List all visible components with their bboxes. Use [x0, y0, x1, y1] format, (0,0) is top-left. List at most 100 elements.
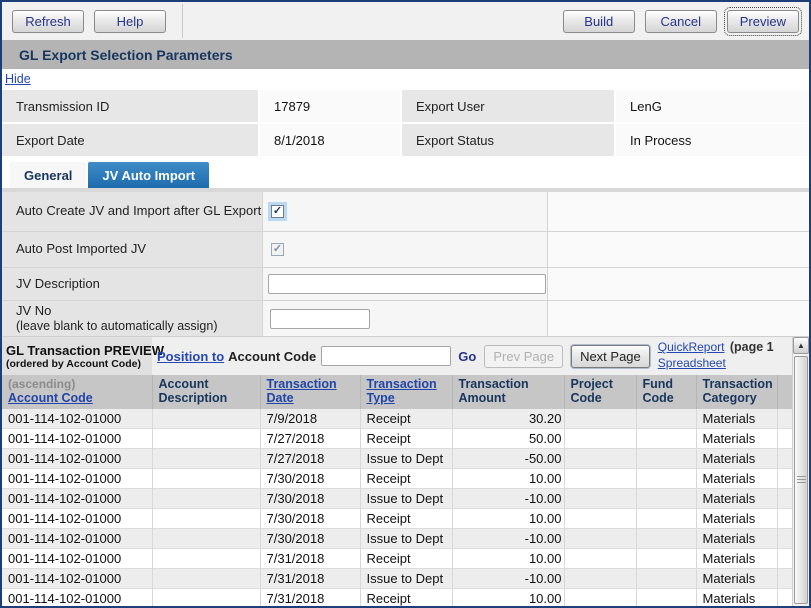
- sort-link-transaction-type[interactable]: Transaction Type: [367, 377, 437, 405]
- quickreport-link[interactable]: QuickReport: [658, 340, 726, 356]
- export-info-grid: Transmission ID 17879 Export User LenG E…: [2, 88, 809, 158]
- column-header-filler: [777, 375, 792, 409]
- jv-description-field: [262, 268, 547, 300]
- column-header-fund-code: Fund Code: [636, 375, 696, 409]
- preview-links: QuickReport Spreadsheet: [658, 340, 726, 371]
- spreadsheet-link[interactable]: Spreadsheet: [658, 356, 726, 372]
- cell-transaction-type: Issue to Dept: [360, 449, 452, 469]
- cell-project-code: [564, 489, 636, 509]
- prev-page-button[interactable]: Prev Page: [484, 345, 563, 368]
- hide-link[interactable]: Hide: [5, 72, 31, 86]
- preview-main: GL Transaction PREVIEW (ordered by Accou…: [2, 337, 792, 606]
- toolbar: Refresh Help Build Cancel Preview: [2, 2, 809, 40]
- position-to-field-label: Account Code: [228, 349, 316, 364]
- export-date-label: Export Date: [2, 124, 258, 156]
- scroll-up-arrow-icon[interactable]: ▲: [793, 337, 809, 354]
- jv-description-label: JV Description: [2, 268, 262, 300]
- cell-project-code: [564, 449, 636, 469]
- table-row: 001-114-102-010007/31/2018Issue to Dept-…: [2, 569, 792, 589]
- cell-account-code: 001-114-102-01000: [2, 449, 152, 469]
- build-button[interactable]: Build: [563, 10, 635, 33]
- export-status-value: In Process: [616, 124, 809, 156]
- position-to-input[interactable]: [321, 346, 451, 366]
- transmission-id-value: 17879: [260, 90, 400, 122]
- table-row: 001-114-102-010007/31/2018Receipt10.00Ma…: [2, 589, 792, 608]
- auto-create-extra: [547, 192, 809, 231]
- cell-account-description: [152, 529, 260, 549]
- cell-transaction-date: 7/31/2018: [260, 569, 360, 589]
- cell-account-description: [152, 489, 260, 509]
- preview-subtitle: (ordered by Account Code): [6, 358, 152, 370]
- toolbar-divider: [182, 4, 183, 38]
- cell-filler: [777, 569, 792, 589]
- column-header-project-code: Project Code: [564, 375, 636, 409]
- auto-create-label: Auto Create JV and Import after GL Expor…: [2, 192, 262, 231]
- cell-fund-code: [636, 469, 696, 489]
- cell-transaction-type: Receipt: [360, 429, 452, 449]
- tab-jv-auto-import[interactable]: JV Auto Import: [88, 162, 209, 188]
- cell-project-code: [564, 409, 636, 429]
- sort-link-account-code[interactable]: Account Code: [8, 391, 93, 405]
- page-title: GL Export Selection Parameters: [2, 40, 809, 69]
- cell-project-code: [564, 549, 636, 569]
- auto-create-checkbox[interactable]: ✓: [271, 205, 284, 218]
- cell-transaction-category: Materials: [696, 549, 777, 569]
- cell-fund-code: [636, 429, 696, 449]
- jv-no-input[interactable]: [270, 309, 370, 329]
- help-button[interactable]: Help: [94, 10, 166, 33]
- table-row: 001-114-102-010007/31/2018Receipt10.00Ma…: [2, 549, 792, 569]
- cell-account-description: [152, 549, 260, 569]
- next-page-button[interactable]: Next Page: [571, 345, 650, 368]
- cell-fund-code: [636, 549, 696, 569]
- cell-transaction-amount: 10.00: [452, 589, 564, 608]
- cell-account-description: [152, 449, 260, 469]
- gl-export-window: Refresh Help Build Cancel Preview GL Exp…: [0, 0, 811, 608]
- sort-link-transaction-date[interactable]: Transaction Date: [267, 377, 337, 405]
- checkbox-focus-halo: ✓: [268, 202, 287, 221]
- cell-transaction-date: 7/9/2018: [260, 409, 360, 429]
- cell-filler: [777, 509, 792, 529]
- cell-project-code: [564, 509, 636, 529]
- cell-filler: [777, 489, 792, 509]
- scrollbar-thumb[interactable]: [794, 356, 808, 604]
- cell-filler: [777, 469, 792, 489]
- refresh-button[interactable]: Refresh: [12, 10, 84, 33]
- go-button[interactable]: Go: [458, 349, 476, 364]
- preview-button[interactable]: Preview: [727, 10, 799, 33]
- hide-row: Hide: [2, 69, 809, 88]
- preview-header: GL Transaction PREVIEW (ordered by Accou…: [2, 337, 792, 375]
- preview-scrollbar[interactable]: ▲: [792, 337, 809, 606]
- cell-filler: [777, 449, 792, 469]
- position-to-link[interactable]: Position to: [157, 349, 224, 364]
- cell-transaction-type: Receipt: [360, 509, 452, 529]
- page-indicator: (page 1: [730, 337, 774, 354]
- table-row: 001-114-102-010007/27/2018Issue to Dept-…: [2, 449, 792, 469]
- cell-account-code: 001-114-102-01000: [2, 489, 152, 509]
- preview-title: GL Transaction PREVIEW: [6, 343, 152, 358]
- scrollbar-track[interactable]: [793, 354, 809, 606]
- cell-account-description: [152, 409, 260, 429]
- table-row: 001-114-102-010007/30/2018Issue to Dept-…: [2, 529, 792, 549]
- cell-transaction-type: Receipt: [360, 549, 452, 569]
- scrollbar-grip-icon: [797, 476, 806, 485]
- cell-transaction-date: 7/30/2018: [260, 509, 360, 529]
- cell-account-code: 001-114-102-01000: [2, 409, 152, 429]
- cell-transaction-date: 7/30/2018: [260, 469, 360, 489]
- cell-filler: [777, 409, 792, 429]
- cell-transaction-date: 7/30/2018: [260, 489, 360, 509]
- jv-description-extra: [547, 268, 809, 300]
- cell-transaction-amount: 10.00: [452, 469, 564, 489]
- column-header-transaction-category: Transaction Category: [696, 375, 777, 409]
- cell-transaction-type: Receipt: [360, 469, 452, 489]
- cancel-button[interactable]: Cancel: [645, 10, 717, 33]
- column-header-transaction-type: Transaction Type: [360, 375, 452, 409]
- tab-general[interactable]: General: [10, 162, 86, 188]
- export-status-label: Export Status: [402, 124, 614, 156]
- jv-description-input[interactable]: [268, 274, 546, 294]
- auto-post-checkbox[interactable]: ✓: [271, 243, 284, 256]
- column-header-transaction-amount: Transaction Amount: [452, 375, 564, 409]
- cell-account-code: 001-114-102-01000: [2, 549, 152, 569]
- cell-transaction-type: Receipt: [360, 409, 452, 429]
- preview-table: (ascending) Account Code Account Descrip…: [2, 375, 793, 608]
- jv-description-row: JV Description: [2, 268, 809, 301]
